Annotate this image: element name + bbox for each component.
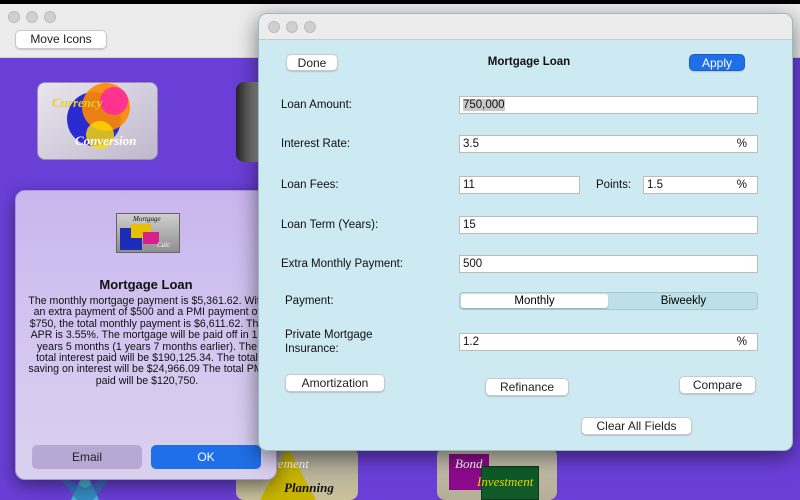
- currency-tile-label-1: Currency: [52, 95, 103, 110]
- apply-button[interactable]: Apply: [689, 54, 745, 71]
- amortization-button[interactable]: Amortization: [285, 374, 385, 392]
- interest-rate-label: Interest Rate:: [281, 138, 351, 150]
- pmi-label-line1: Private Mortgage: [285, 329, 373, 341]
- window-titlebar: [259, 14, 792, 40]
- close-button[interactable]: [268, 21, 280, 33]
- extra-payment-field[interactable]: 500: [459, 255, 758, 273]
- close-button[interactable]: [8, 11, 20, 23]
- clear-all-fields-button[interactable]: Clear All Fields: [581, 417, 692, 435]
- bond-tile-label-1: Bond: [455, 456, 483, 471]
- points-percent: %: [736, 179, 747, 191]
- payment-option-monthly[interactable]: Monthly: [461, 294, 608, 308]
- refinance-button[interactable]: Refinance: [485, 378, 569, 396]
- mortgage-loan-window: Done Mortgage Loan Apply Loan Amount: 75…: [258, 13, 793, 451]
- loan-term-field[interactable]: 15: [459, 216, 758, 234]
- done-button[interactable]: Done: [286, 54, 338, 71]
- dialog-message: The monthly mortgage payment is $5,361.6…: [28, 295, 266, 387]
- move-icons-button[interactable]: Move Icons: [15, 30, 107, 49]
- minimize-button[interactable]: [286, 21, 298, 33]
- loan-amount-field[interactable]: 750,000: [459, 96, 758, 114]
- logo-text-1: Mortgage: [133, 215, 161, 223]
- pmi-percent: %: [736, 336, 747, 348]
- loan-term-value: 15: [463, 219, 476, 231]
- interest-rate-percent: %: [736, 138, 747, 150]
- currency-tile-label-2: Conversion: [75, 133, 137, 148]
- points-field[interactable]: 1.5 %: [643, 176, 758, 194]
- loan-amount-value: 750,000: [463, 99, 505, 111]
- minimize-button[interactable]: [26, 11, 38, 23]
- payment-frequency-control[interactable]: Monthly Biweekly: [459, 292, 758, 310]
- zoom-button[interactable]: [304, 21, 316, 33]
- email-button[interactable]: Email: [32, 445, 142, 469]
- compare-button[interactable]: Compare: [679, 376, 756, 394]
- ok-button[interactable]: OK: [151, 445, 261, 469]
- pmi-field[interactable]: 1.2 %: [459, 333, 758, 351]
- loan-term-label: Loan Term (Years):: [281, 219, 379, 231]
- bond-investment-tile[interactable]: Bond Investment: [437, 448, 557, 500]
- pmi-value: 1.2: [463, 336, 479, 348]
- points-label: Points:: [596, 179, 632, 191]
- interest-rate-value: 3.5: [463, 138, 479, 150]
- zoom-button[interactable]: [44, 11, 56, 23]
- bond-tile-label-2: Investment: [477, 474, 534, 489]
- extra-payment-label: Extra Monthly Payment:: [281, 258, 404, 270]
- results-dialog: Mortgage Calc Mortgage Loan The monthly …: [15, 190, 277, 480]
- points-value: 1.5: [647, 179, 663, 191]
- interest-rate-field[interactable]: 3.5 %: [459, 135, 758, 153]
- currency-conversion-tile[interactable]: Currency Conversion: [37, 82, 158, 160]
- payment-label: Payment:: [285, 295, 334, 307]
- loan-fees-label: Loan Fees:: [281, 179, 339, 191]
- mortgage-calc-logo: Mortgage Calc: [116, 213, 180, 253]
- payment-option-biweekly[interactable]: Biweekly: [610, 294, 757, 308]
- logo-text-2: Calc: [157, 241, 171, 249]
- loan-amount-label: Loan Amount:: [281, 99, 352, 111]
- dialog-title: Mortgage Loan: [99, 277, 193, 292]
- extra-payment-value: 500: [463, 258, 483, 270]
- loan-fees-value: 11: [463, 179, 475, 191]
- loan-fees-field[interactable]: 11: [459, 176, 580, 194]
- retire-tile-label-2: Planning: [284, 480, 334, 495]
- pmi-label-line2: Insurance:: [285, 343, 339, 355]
- window-title: Mortgage Loan: [487, 56, 571, 68]
- screen: Move Icons Currency Conversion tirement …: [0, 0, 800, 500]
